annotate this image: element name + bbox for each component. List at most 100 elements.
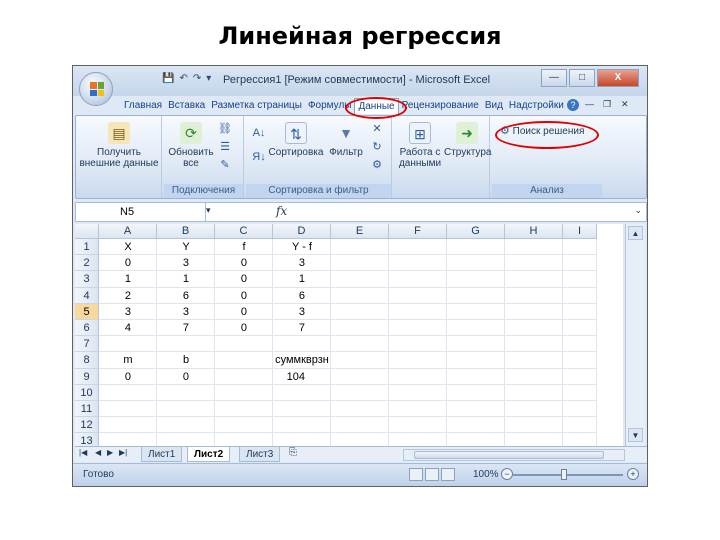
cell-d5[interactable]: 3 [273,304,331,320]
cell-c2[interactable]: 0 [215,255,273,271]
zoom-level[interactable]: 100% [473,469,499,480]
horizontal-scroll-thumb[interactable] [414,451,604,459]
help-icon[interactable]: ? [567,99,579,111]
cell-c3[interactable]: 0 [215,271,273,287]
cell-a4[interactable]: 2 [99,288,157,304]
last-sheet-icon[interactable]: ▶| [119,448,127,457]
cell-d8[interactable]: суммкврзн [273,352,331,368]
next-sheet-icon[interactable]: ▶ [107,448,113,457]
cell-b6[interactable]: 7 [157,320,215,336]
page-layout-view-button[interactable] [425,468,439,481]
formula-input[interactable] [298,204,622,220]
scroll-down-icon[interactable]: ▼ [628,428,643,442]
clear-filter-icon[interactable]: ✕ [370,122,384,136]
tab-view[interactable]: Вид [482,98,506,114]
cell-c4[interactable]: 0 [215,288,273,304]
cell-c1[interactable]: f [215,239,273,255]
cell-b9[interactable]: 0 [157,369,215,385]
close-button[interactable]: X [597,69,639,87]
column-header-i[interactable]: I [563,224,597,239]
data-tools-button[interactable]: ⊞ Работа с данными [396,122,444,169]
minimize-button[interactable]: — [541,69,567,87]
column-header-a[interactable]: A [99,224,157,239]
cell-b8[interactable]: b [157,352,215,368]
row-header-7[interactable]: 7 [75,336,99,353]
cell-a2[interactable]: 0 [99,255,157,271]
tab-addins[interactable]: Надстройки [506,98,567,114]
cell-d3[interactable]: 1 [273,271,331,287]
cell-a5[interactable]: 3 [99,304,157,320]
row-header-9[interactable]: 9 [75,368,99,385]
row-header-12[interactable]: 12 [75,417,99,434]
ribbon-restore-icon[interactable]: ❐ [603,99,611,110]
ribbon-close-icon[interactable]: ✕ [621,99,629,110]
column-header-g[interactable]: G [447,224,505,239]
edit-links-icon[interactable]: ✎ [218,158,232,172]
zoom-slider[interactable] [513,474,623,476]
cell-a6[interactable]: 4 [99,320,157,336]
cell-a9[interactable]: 0 [99,369,157,385]
insert-function-button[interactable]: fx [276,204,287,218]
sort-button[interactable]: ⇅ Сортировка [268,122,324,158]
cell-d2[interactable]: 3 [273,255,331,271]
cell-a1[interactable]: X [99,239,157,255]
name-box-dropdown-icon[interactable]: ▾ [206,205,211,216]
column-header-e[interactable]: E [331,224,389,239]
column-header-d[interactable]: D [273,224,331,239]
get-external-data-button[interactable]: ▤ Получить внешние данные [78,122,160,169]
row-header-5[interactable]: 5 [75,303,99,320]
cell-d4[interactable]: 6 [273,288,331,304]
page-break-view-button[interactable] [441,468,455,481]
zoom-slider-thumb[interactable] [561,469,567,480]
cell-a8[interactable]: m [99,352,157,368]
cell-a3[interactable]: 1 [99,271,157,287]
cell-b4[interactable]: 6 [157,288,215,304]
tab-insert[interactable]: Вставка [165,98,208,114]
cell-d9[interactable]: 104 [273,369,331,385]
normal-view-button[interactable] [409,468,423,481]
select-all-corner[interactable] [75,224,99,239]
sheet-tab-2[interactable]: Лист2 [187,447,231,462]
tab-home[interactable]: Главная [121,98,165,114]
name-box[interactable]: N5 [76,203,206,221]
qat-dropdown-icon[interactable]: ▾ [206,73,211,84]
cell-c5[interactable]: 0 [215,304,273,320]
cell-c6[interactable]: 0 [215,320,273,336]
expand-formula-bar-icon[interactable]: ⌄ [634,205,642,216]
row-header-10[interactable]: 10 [75,384,99,401]
column-header-c[interactable]: C [215,224,273,239]
row-header-11[interactable]: 11 [75,401,99,418]
tab-page-layout[interactable]: Разметка страницы [208,98,305,114]
cell-d6[interactable]: 7 [273,320,331,336]
sheet-tab-1[interactable]: Лист1 [141,447,183,462]
save-icon[interactable]: 💾 [162,73,174,84]
horizontal-scrollbar[interactable] [403,449,625,461]
prev-sheet-icon[interactable]: ◀ [95,448,101,457]
outline-button[interactable]: ➜ Структура [444,122,491,158]
sheet-tab-3[interactable]: Лист3 [239,447,281,462]
column-header-b[interactable]: B [157,224,215,239]
office-button[interactable] [79,72,113,106]
zoom-out-icon[interactable]: − [501,468,513,480]
reapply-filter-icon[interactable]: ↻ [370,140,384,154]
cell-b2[interactable]: 3 [157,255,215,271]
vertical-scrollbar[interactable]: ▲ ▼ [625,224,645,446]
row-header-4[interactable]: 4 [75,287,99,304]
row-header-2[interactable]: 2 [75,255,99,272]
row-header-8[interactable]: 8 [75,352,99,369]
column-header-h[interactable]: H [505,224,563,239]
tab-review[interactable]: Рецензирование [399,98,482,114]
cell-b5[interactable]: 3 [157,304,215,320]
filter-button[interactable]: ▼ Фильтр [326,122,366,158]
maximize-button[interactable]: □ [569,69,595,87]
advanced-filter-icon[interactable]: ⚙ [370,158,384,172]
insert-sheet-icon[interactable]: ⎘ [289,447,297,458]
column-header-f[interactable]: F [389,224,447,239]
row-header-3[interactable]: 3 [75,271,99,288]
spreadsheet-grid[interactable]: ABCDEFGHI1XYfY - f2030331101426065330364… [75,224,623,450]
cell-b3[interactable]: 1 [157,271,215,287]
connections-icon[interactable]: ⛓ [218,122,232,136]
row-header-1[interactable]: 1 [75,239,99,256]
zoom-in-icon[interactable]: + [627,468,639,480]
undo-icon[interactable]: ↶ [179,73,187,84]
